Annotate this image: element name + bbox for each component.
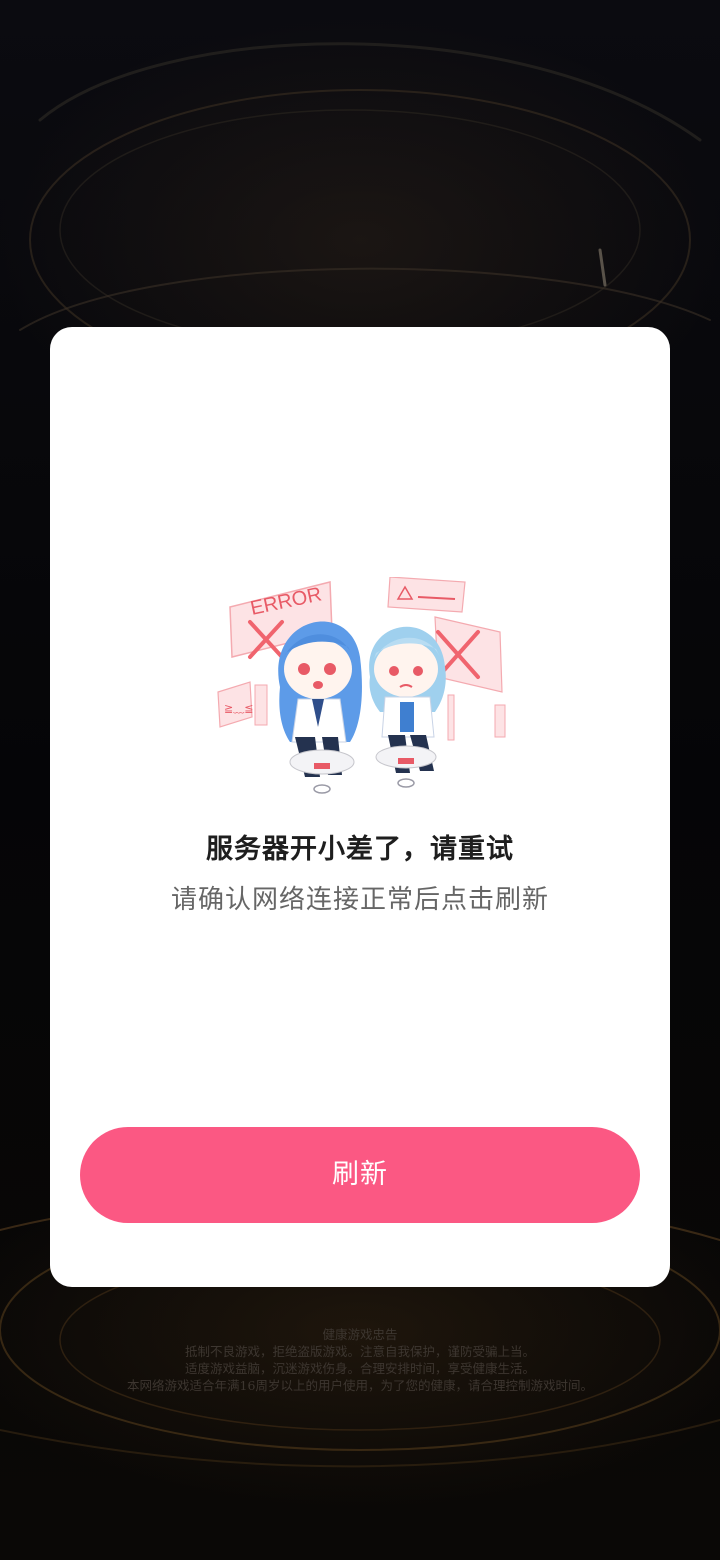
error-illustration: ERROR ≧﹏≦ bbox=[217, 577, 506, 794]
health-notice-line: 抵制不良游戏，拒绝盗版游戏。注意自我保护，谨防受骗上当。 bbox=[184, 1344, 535, 1359]
error-dialog: ERROR ≧﹏≦ 服务器开小差了，请重试 请确认网络连接正常后点击刷新 刷新 bbox=[50, 327, 670, 1287]
warning-panel bbox=[387, 577, 466, 613]
error-subtitle: 请确认网络连接正常后点击刷新 bbox=[170, 885, 549, 915]
character-left bbox=[278, 621, 362, 794]
health-notice: 健康游戏忠告 抵制不良游戏，拒绝盗版游戏。注意自我保护，谨防受骗上当。 适度游戏… bbox=[0, 1326, 720, 1394]
character-right bbox=[369, 626, 446, 788]
refresh-button[interactable]: 刷新 bbox=[80, 1127, 640, 1223]
health-notice-line: 本网络游戏适合年满16周岁以上的用户使用，为了您的健康，请合理控制游戏时间。 bbox=[127, 1378, 593, 1393]
health-notice-heading: 健康游戏忠告 bbox=[322, 1327, 398, 1342]
health-notice-line: 适度游戏益脑，沉迷游戏伤身。合理安排时间，享受健康生活。 bbox=[184, 1361, 535, 1376]
svg-text:≧﹏≦: ≧﹏≦ bbox=[224, 702, 253, 715]
error-screen: ERROR ≧﹏≦ 服务器开小差了，请重试 请确认网络连接正常后点击刷新 刷新 … bbox=[0, 0, 720, 1560]
error-title: 服务器开小差了，请重试 bbox=[206, 834, 514, 865]
